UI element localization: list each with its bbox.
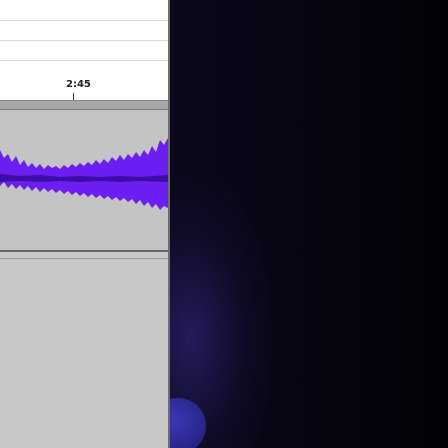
timeline-ruler[interactable]: 2:45	[0, 0, 168, 101]
ruler-gridline	[0, 40, 168, 41]
ruler-gridline	[0, 20, 168, 21]
track-header-bar[interactable]	[0, 101, 168, 110]
timeline-time-label: 2:45	[66, 79, 91, 90]
track-divider	[0, 258, 168, 259]
empty-track-area[interactable]	[0, 252, 168, 448]
waveform	[0, 138, 168, 210]
audio-track[interactable]	[0, 110, 168, 252]
desktop-background: 2:45	[0, 0, 448, 448]
timeline-tick	[73, 93, 74, 100]
ruler-gridline	[0, 60, 168, 61]
waveform-shape	[0, 138, 168, 210]
audio-editor-window: 2:45	[0, 0, 170, 448]
